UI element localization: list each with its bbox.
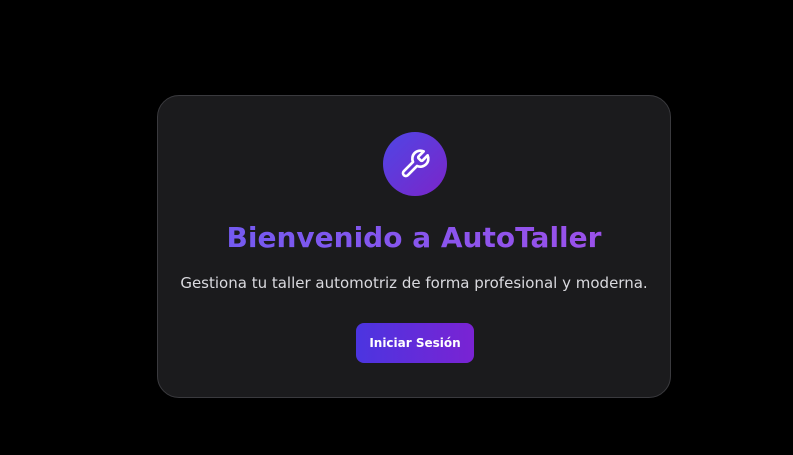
welcome-card: Bienvenido a AutoTaller Gestiona tu tall…: [157, 95, 671, 398]
page-background: Bienvenido a AutoTaller Gestiona tu tall…: [0, 0, 793, 455]
page-subtitle: Gestiona tu taller automotriz de forma p…: [180, 274, 648, 292]
wrench-icon: [401, 149, 430, 178]
login-button[interactable]: Iniciar Sesión: [356, 323, 474, 363]
page-title: Bienvenido a AutoTaller: [158, 218, 670, 258]
logo-badge: [383, 132, 447, 196]
